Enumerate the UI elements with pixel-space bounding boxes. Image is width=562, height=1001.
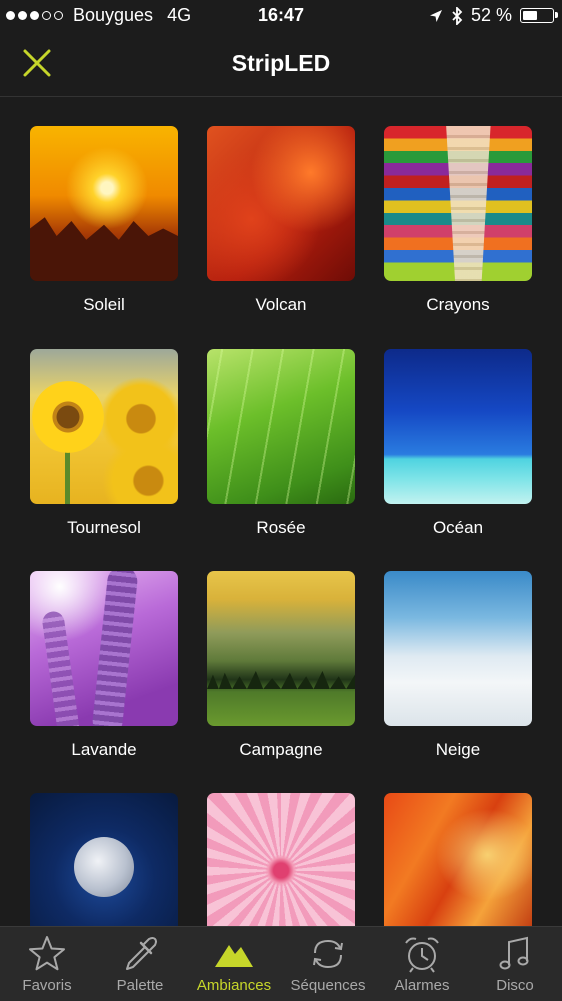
dewy-grass-photo <box>207 349 355 504</box>
countryside-photo <box>207 571 355 726</box>
mountains-icon <box>215 945 253 967</box>
ambiance-label: Volcan <box>255 295 307 314</box>
tab-label: Ambiances <box>196 977 272 994</box>
tab-bar: Favoris Palette Ambiances Séquences Alar… <box>0 926 562 1001</box>
tab-label: Séquences <box>290 977 366 994</box>
navigation-bar: StripLED <box>0 32 562 97</box>
tab-alarmes[interactable]: Alarmes <box>375 927 469 1001</box>
lavender-photo <box>30 571 178 726</box>
ambiance-tile-neige[interactable]: Neige <box>384 571 532 760</box>
battery-percent: 52 % <box>470 5 512 25</box>
ambiance-label: Lavande <box>71 740 137 759</box>
tab-ambiances[interactable]: Ambiances <box>187 927 281 1001</box>
location-arrow-icon <box>429 9 442 22</box>
battery-icon <box>520 8 558 23</box>
tab-label: Alarmes <box>394 977 450 994</box>
colored-pencils-photo <box>384 126 532 281</box>
ambiance-tile-crayons[interactable]: Crayons <box>384 126 532 315</box>
tab-favoris[interactable]: Favoris <box>0 927 94 1001</box>
star-icon <box>29 936 65 971</box>
tab-label: Disco <box>496 977 534 994</box>
pink-flower-photo <box>207 793 355 927</box>
ambiance-label: Océan <box>432 518 484 537</box>
ambiance-label: Rosée <box>256 518 306 537</box>
tab-label: Palette <box>116 977 164 994</box>
ambiance-tile-campagne[interactable]: Campagne <box>207 571 355 760</box>
ambiance-tile-tournesol[interactable]: Tournesol <box>30 349 178 538</box>
canyon-photo <box>384 793 532 927</box>
sunflower-photo <box>30 349 178 504</box>
page-title: StripLED <box>231 50 331 76</box>
ambiance-tile-ocean[interactable]: Océan <box>384 349 532 538</box>
ambiance-tile-volcan[interactable]: Volcan <box>207 126 355 315</box>
dropper-icon <box>126 937 157 970</box>
ambiance-tile-fleur[interactable] <box>207 793 355 927</box>
ambiance-label: Soleil <box>83 295 125 314</box>
moon-photo <box>30 793 178 927</box>
ambiance-label: Neige <box>435 740 481 759</box>
tab-disco[interactable]: Disco <box>468 927 562 1001</box>
sunset-photo <box>30 126 178 281</box>
ambiance-tile-canyon[interactable] <box>384 793 532 927</box>
ambiance-tile-soleil[interactable]: Soleil <box>30 126 178 315</box>
lava-photo <box>207 126 355 281</box>
repeat-icon <box>313 939 343 969</box>
ambiance-tile-lavande[interactable]: Lavande <box>30 571 178 760</box>
ambiance-tile-rosee[interactable]: Rosée <box>207 349 355 538</box>
music-note-icon <box>499 936 529 970</box>
snow-photo <box>384 571 532 726</box>
ambiance-tile-lune[interactable] <box>30 793 178 927</box>
ambiance-label: Crayons <box>426 295 490 314</box>
status-bar: Bouygues 4G 16:47 52 % <box>0 0 562 32</box>
ambiance-label: Campagne <box>239 740 323 759</box>
status-right: 52 % <box>429 5 558 26</box>
bluetooth-icon <box>452 6 463 25</box>
tab-label: Favoris <box>22 977 72 994</box>
alarm-clock-icon <box>405 937 439 973</box>
ambiances-grid: Soleil Volcan Crayons Tournesol Rosée Oc… <box>0 97 562 927</box>
ocean-photo <box>384 349 532 504</box>
tab-palette[interactable]: Palette <box>93 927 187 1001</box>
battery-fill <box>523 11 537 20</box>
ambiance-label: Tournesol <box>67 518 141 537</box>
tab-sequences[interactable]: Séquences <box>281 927 375 1001</box>
